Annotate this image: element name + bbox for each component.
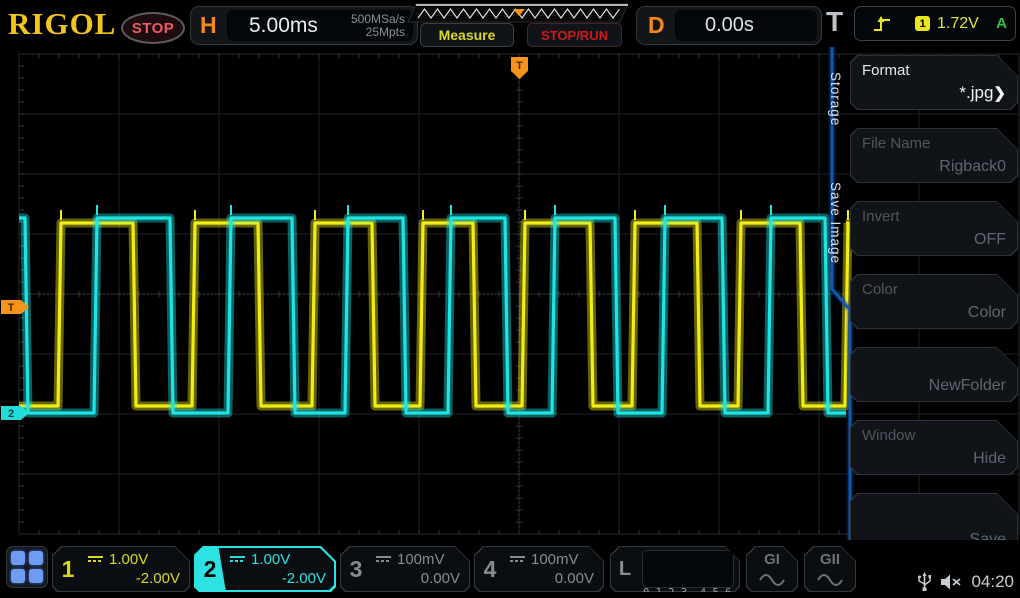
dc-coupling-icon: [510, 556, 525, 562]
function-menu-icon[interactable]: [6, 546, 48, 588]
ch2-offset: -2.00V: [230, 569, 326, 589]
run-state-badge: STOP: [121, 12, 185, 44]
channel-2-box[interactable]: 2 1.00V -2.00V: [194, 546, 336, 592]
dc-coupling-icon: [230, 556, 245, 562]
generator-2-box[interactable]: GII: [804, 546, 856, 592]
horizontal-label: H: [200, 12, 217, 39]
acquisition-rates: 500MSa/s 25Mpts: [351, 13, 405, 39]
measure-button[interactable]: Measure: [420, 23, 514, 47]
status-tray: 04:20: [918, 572, 1014, 592]
trigger-source-badge: 1: [915, 16, 930, 31]
logic-label: L: [610, 546, 640, 592]
trigger-values: 1 1.72V A: [854, 6, 1016, 41]
ch4-offset: 0.00V: [510, 569, 594, 589]
ch2-scale: 1.00V: [251, 551, 290, 568]
svg-text:T: T: [516, 60, 523, 72]
svg-text:T: T: [8, 302, 15, 314]
menu-item-format[interactable]: Format *.jpg❯: [850, 55, 1018, 110]
waveform-memory-preview[interactable]: [406, 3, 630, 23]
menu-title-storage: Storage: [828, 72, 843, 126]
clock: 04:20: [971, 572, 1014, 592]
logic-channels-box[interactable]: L 0 1 2 3 4 5 6 7 8 9 1011 12131415: [610, 546, 740, 592]
bottom-bar: 1 1.00V -2.00V 2 1.00V -2.00V 3 100mV: [0, 540, 1020, 598]
channel-4-box[interactable]: 4 100mV 0.00V: [474, 546, 604, 592]
rising-edge-icon: [873, 16, 893, 32]
trigger-sweep-mode: A: [996, 15, 1007, 32]
channel-3-box[interactable]: 3 100mV 0.00V: [340, 546, 470, 592]
usb-icon: [918, 572, 931, 592]
sine-wave-icon: [759, 573, 785, 586]
stop-run-button[interactable]: STOP/RUN: [527, 23, 622, 47]
gen2-label: GII: [804, 551, 856, 568]
oscilloscope-screen: RIGOL STOP H 5.00ms 500MSa/s 25Mpts Meas…: [0, 0, 1020, 598]
delay-label: D: [648, 12, 665, 39]
horizontal-box[interactable]: H 5.00ms 500MSa/s 25Mpts: [190, 6, 418, 45]
dc-coupling-icon: [88, 556, 103, 562]
timebase-value: 5.00ms: [249, 14, 318, 38]
svg-text:2: 2: [8, 408, 14, 420]
speaker-muted-icon: [940, 573, 962, 591]
trigger-label: T: [826, 6, 843, 38]
trigger-level-value: 1.72V: [937, 15, 979, 33]
menu-item-new-folder[interactable]: NewFolder: [850, 347, 1018, 402]
delay-box[interactable]: D 0.00s: [636, 6, 822, 45]
logic-row-1: 0 1 2 3 4 5 6 7: [643, 585, 733, 598]
channel-1-box[interactable]: 1 1.00V -2.00V: [52, 546, 190, 592]
generator-1-box[interactable]: GI: [746, 546, 798, 592]
ch3-offset: 0.00V: [376, 569, 460, 589]
chevron-right-icon: ❯: [993, 85, 1006, 102]
ch1-offset: -2.00V: [88, 569, 180, 589]
horizontal-values: 5.00ms 500MSa/s 25Mpts: [227, 10, 413, 41]
gen1-label: GI: [746, 551, 798, 568]
menu-item-invert[interactable]: Invert OFF: [850, 201, 1018, 256]
top-bar: RIGOL STOP H 5.00ms 500MSa/s 25Mpts Meas…: [0, 0, 1020, 47]
delay-value: 0.00s: [705, 14, 754, 37]
memory-depth: 25Mpts: [366, 25, 405, 39]
menu-item-window[interactable]: Window Hide: [850, 420, 1018, 475]
sine-wave-icon: [817, 573, 843, 586]
sample-rate: 500MSa/s: [351, 12, 405, 26]
trigger-box[interactable]: T 1 1.72V A: [824, 2, 1018, 45]
dc-coupling-icon: [376, 556, 391, 562]
menu-title-save-image: Save Image: [828, 182, 843, 264]
ch3-scale: 100mV: [397, 551, 445, 568]
rigol-logo: RIGOL: [8, 6, 116, 42]
menu-item-color[interactable]: Color Color: [850, 274, 1018, 329]
ch1-scale: 1.00V: [109, 551, 148, 568]
ch4-scale: 100mV: [531, 551, 579, 568]
storage-menu: Storage Save Image Format *.jpg❯ File Na…: [824, 44, 1020, 564]
menu-item-file-name[interactable]: File Name Rigback0: [850, 128, 1018, 183]
delay-values: 0.00s: [675, 10, 817, 41]
